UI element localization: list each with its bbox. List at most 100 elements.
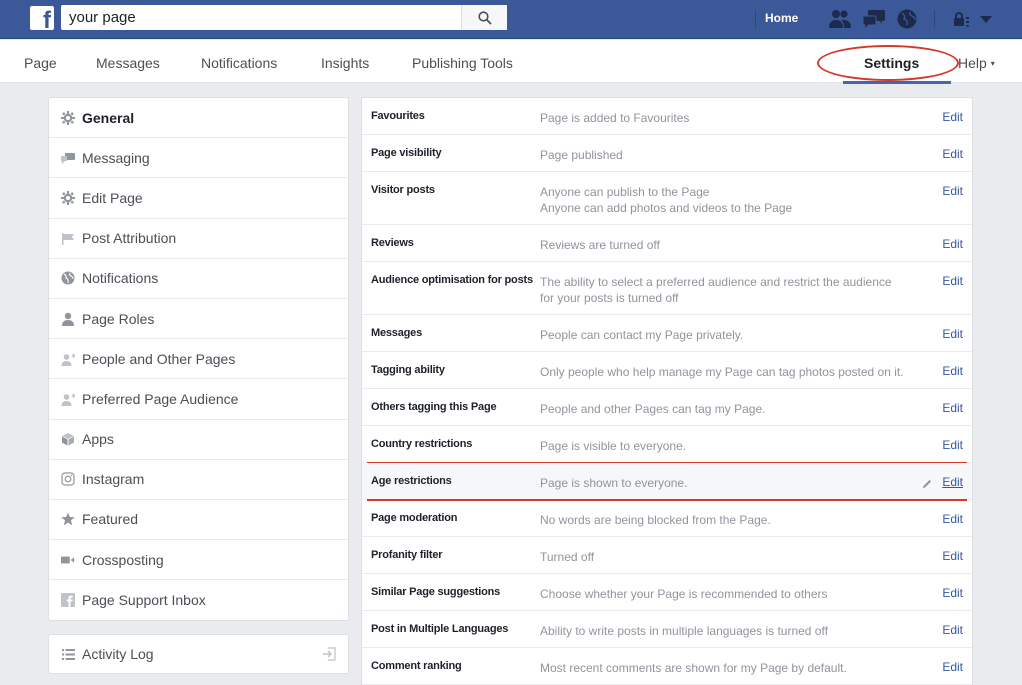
setting-description: Anyone can publish to the Page Anyone can… [540,184,792,216]
edit-link[interactable]: Edit [942,660,963,674]
setting-row-age-restrictions[interactable]: Age restrictions Page is shown to everyon… [362,463,972,501]
messages-icon[interactable] [862,8,886,30]
tab-publishing-tools[interactable]: Publishing Tools [412,55,513,71]
setting-description: People can contact my Page privately. [540,327,743,343]
sidebar-item-label: Featured [82,511,139,528]
exit-arrow-icon[interactable] [322,647,336,661]
setting-row-page-visibility[interactable]: Page visibility Page published Edit [362,135,972,172]
caret-down-icon: ▾ [990,59,995,68]
activity-log-label: Activity Log [82,646,154,662]
edit-link[interactable]: Edit [942,475,963,489]
setting-description: Page published [540,147,623,163]
setting-name: Similar Page suggestions [371,586,501,598]
gear-icon [61,190,75,205]
sidebar-item-label: General [82,109,135,126]
sidebar-item-label: Edit Page [82,189,143,206]
search-input[interactable] [61,5,461,30]
setting-row-others-tagging-this-page[interactable]: Others tagging this Page People and other… [362,389,972,426]
friend-requests-icon[interactable] [828,8,852,30]
general-settings-list: Favourites Page is added to Favourites Edi… [361,97,973,685]
edit-link[interactable]: Edit [942,147,963,161]
help-menu[interactable]: Help ▾ [958,55,995,71]
edit-link[interactable]: Edit [942,184,963,198]
setting-name: Age restrictions [371,475,452,487]
edit-link[interactable]: Edit [942,401,963,415]
setting-name: Others tagging this Page [371,401,497,413]
setting-row-reviews[interactable]: Reviews Reviews are turned off Edit [362,225,972,262]
list-icon [61,647,75,661]
setting-row-comment-ranking[interactable]: Comment ranking Most recent comments are … [362,648,972,685]
sidebar-item-label: Preferred Page Audience [82,390,239,407]
edit-link[interactable]: Edit [942,237,963,251]
setting-description-line: Choose whether your Page is recommended … [540,587,828,601]
top-bar: f Home [0,0,1022,39]
edit-link[interactable]: Edit [942,623,963,637]
setting-description-line: Only people who help manage my Page can … [540,365,904,379]
sidebar-item-edit-page[interactable]: Edit Page [49,178,348,219]
edit-link[interactable]: Edit [942,586,963,600]
setting-row-visitor-posts[interactable]: Visitor posts Anyone can publish to the P… [362,172,972,225]
setting-row-messages[interactable]: Messages People can contact my Page priva… [362,315,972,352]
edit-link[interactable]: Edit [942,512,963,526]
facebook-square-icon [61,593,75,608]
edit-link[interactable]: Edit [942,274,963,288]
sidebar-item-people-and-other-pages[interactable]: ★ People and Other Pages [49,339,348,380]
activity-log-link[interactable]: Activity Log [48,634,349,674]
setting-row-page-moderation[interactable]: Page moderation No words are being blocke… [362,500,972,537]
tab-notifications[interactable]: Notifications [201,55,277,71]
home-link[interactable]: Home [765,11,798,25]
edit-link[interactable]: Edit [942,549,963,563]
sidebar-item-page-roles[interactable]: Page Roles [49,299,348,340]
sidebar-item-messaging[interactable]: Messaging [49,138,348,179]
sidebar-item-notifications[interactable]: Notifications [49,259,348,299]
setting-row-tagging-ability[interactable]: Tagging ability Only people who help mana… [362,352,972,389]
setting-description: Turned off [540,549,594,565]
sidebar-item-apps[interactable]: Apps [49,420,348,460]
setting-name: Visitor posts [371,184,435,196]
sidebar-item-instagram[interactable]: Instagram [49,460,348,500]
globe-icon [61,271,75,285]
setting-description: People and other Pages can tag my Page. [540,401,766,417]
notifications-globe-icon[interactable] [896,8,920,30]
sidebar-item-featured[interactable]: Featured [49,500,348,541]
sidebar-item-preferred-page-audience[interactable]: ★ Preferred Page Audience [49,379,348,420]
sidebar-item-label: Post Attribution [82,230,177,247]
pencil-icon[interactable] [922,476,932,494]
sidebar-item-general[interactable]: General [49,98,348,139]
sidebar-item-label: Crossposting [82,551,164,568]
tab-settings[interactable]: Settings [843,40,951,84]
setting-name: Page moderation [371,512,458,524]
tab-insights[interactable]: Insights [321,55,369,71]
edit-link[interactable]: Edit [942,110,963,124]
sidebar-item-post-attribution[interactable]: Post Attribution [49,219,348,259]
help-label: Help [958,55,987,71]
sidebar-item-page-support-inbox[interactable]: Page Support Inbox [49,580,348,620]
setting-row-country-restrictions[interactable]: Country restrictions Page is visible to e… [362,426,972,464]
setting-row-favourites[interactable]: Favourites Page is added to Favourites Edi… [362,98,972,135]
flag-icon [61,231,75,246]
search-button[interactable] [461,5,507,30]
sidebar-item-crossposting[interactable]: Crossposting [49,540,348,581]
edit-link[interactable]: Edit [942,327,963,341]
setting-description: No words are being blocked from the Page… [540,512,771,528]
setting-name: Audience optimisation for posts [371,274,533,286]
settings-sidebar: General Messaging Edit Page Post Attributio… [48,97,349,622]
setting-description-line: People and other Pages can tag my Page. [540,402,766,416]
setting-description: Only people who help manage my Page can … [540,364,904,380]
tab-messages[interactable]: Messages [96,55,160,71]
setting-description: Ability to write posts in multiple langu… [540,623,828,639]
instagram-icon [61,472,75,486]
setting-description: Reviews are turned off [540,237,660,253]
setting-row-audience-optimisation-for-posts[interactable]: Audience optimisation for posts The abili… [362,262,972,315]
tab-page[interactable]: Page [24,55,57,71]
person-star-icon: ★ [61,392,75,406]
account-dropdown-icon[interactable] [978,8,1002,30]
facebook-logo-icon[interactable]: f [30,6,54,30]
search-icon [477,10,492,25]
setting-row-post-in-multiple-languages[interactable]: Post in Multiple Languages Ability to wri… [362,611,972,648]
edit-link[interactable]: Edit [942,364,963,378]
privacy-shortcuts-icon[interactable] [952,8,976,30]
edit-link[interactable]: Edit [942,438,963,452]
setting-row-profanity-filter[interactable]: Profanity filter Turned off Edit [362,537,972,574]
setting-row-similar-page-suggestions[interactable]: Similar Page suggestions Choose whether y… [362,574,972,611]
